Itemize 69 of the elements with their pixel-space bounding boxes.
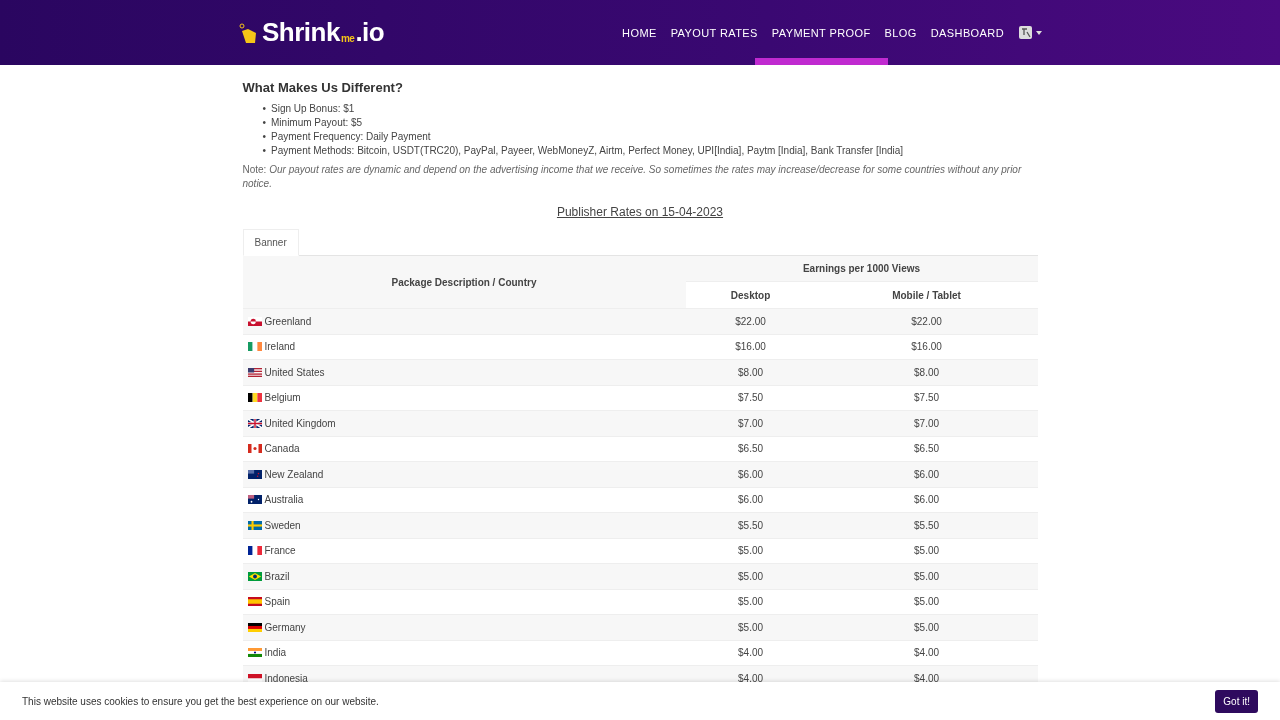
country-name: Greenland xyxy=(264,315,312,327)
nav-link[interactable]: HOME xyxy=(622,26,657,39)
country-name: Ireland xyxy=(264,341,296,353)
flag-icon xyxy=(247,622,262,632)
column-header: Package Description / Country xyxy=(242,256,686,309)
column-header: Mobile / Tablet xyxy=(815,281,1038,309)
flag-icon xyxy=(247,444,262,454)
note-text: Note: Our payout rates are dynamic and depend on the advertising income that we receive. So sometimes the rates may increase/decrease for some countries without any prior notice. xyxy=(242,163,1023,190)
column-header: Desktop xyxy=(685,281,816,309)
country-name: United States xyxy=(264,366,325,378)
bullet: • xyxy=(262,116,266,130)
country-name: France xyxy=(264,545,296,557)
rates-title: Publisher Rates on 15-04-2023 xyxy=(556,205,724,219)
bullet: • xyxy=(262,130,266,144)
table-cell: $7.00 xyxy=(815,410,1038,436)
feature-item: Sign Up Bonus: $1 xyxy=(271,102,355,116)
flag-icon xyxy=(247,367,262,377)
column-group-header: Earnings per 1000 Views xyxy=(685,256,1038,282)
flag-icon xyxy=(247,393,262,403)
nav-link[interactable]: DASHBOARD xyxy=(930,26,1004,39)
flag-icon xyxy=(247,495,262,505)
feature-item: Minimum Payout: $5 xyxy=(271,116,363,130)
translate-icon[interactable] xyxy=(1018,25,1033,40)
country-name: India xyxy=(264,647,287,659)
table-cell: $5.50 xyxy=(815,512,1038,538)
country-name: Germany xyxy=(264,621,306,633)
table-cell: $8.00 xyxy=(815,359,1038,385)
flag-icon xyxy=(247,316,262,326)
country-name: Sweden xyxy=(264,519,301,531)
table-cell: $5.00 xyxy=(685,614,816,640)
bullet: • xyxy=(262,144,266,158)
table-cell: $22.00 xyxy=(685,308,816,334)
country-name: United Kingdom xyxy=(264,417,336,429)
country-name: Brazil xyxy=(264,570,290,582)
table-cell: $5.00 xyxy=(815,614,1038,640)
section-heading: What Makes Us Different? xyxy=(242,80,404,95)
flag-icon xyxy=(247,597,262,607)
country-name: Canada xyxy=(264,443,300,455)
flag-icon xyxy=(247,469,262,479)
tab[interactable]: Banner xyxy=(242,229,299,256)
table-cell: $8.00 xyxy=(685,359,816,385)
flag-icon xyxy=(247,571,262,581)
nav-link[interactable]: BLOG xyxy=(884,26,917,39)
cookie-text: This website uses cookies to ensure you get the best experience on our website. xyxy=(22,695,379,707)
table-cell: $5.00 xyxy=(815,563,1038,589)
table-cell: $6.00 xyxy=(685,461,816,487)
flag-icon xyxy=(247,520,262,530)
table-cell: $6.00 xyxy=(815,461,1038,487)
table-cell: $5.50 xyxy=(685,512,816,538)
flag-icon xyxy=(247,418,262,428)
caret-icon[interactable] xyxy=(1036,30,1042,35)
country-name: New Zealand xyxy=(264,468,324,480)
nav-link[interactable]: PAYMENT PROOF xyxy=(771,26,871,39)
nav-link[interactable]: PAYOUT RATES xyxy=(670,26,758,39)
country-name: Spain xyxy=(264,596,291,608)
country-name: Belgium xyxy=(264,392,301,404)
bullet: • xyxy=(262,102,266,116)
country-name: Australia xyxy=(264,494,304,506)
table-cell: $7.00 xyxy=(685,410,816,436)
country-name: Indonesia xyxy=(264,672,308,684)
flag-icon xyxy=(247,342,262,352)
accept-button[interactable]: Got it! xyxy=(1215,689,1258,713)
feature-item: Payment Frequency: Daily Payment xyxy=(271,130,431,144)
flag-icon xyxy=(247,546,262,556)
feature-item: Payment Methods: Bitcoin, USDT(TRC20), PayPal, Payeer, WebMoneyZ, Airtm, Perfect Money, UPI[India], Paytm [India], Bank Transfer [India] xyxy=(271,144,904,158)
table-cell: $22.00 xyxy=(815,308,1038,334)
logo[interactable]: Shrinkme.io xyxy=(262,17,385,48)
table-cell: $5.00 xyxy=(685,563,816,589)
flag-icon xyxy=(247,648,262,658)
